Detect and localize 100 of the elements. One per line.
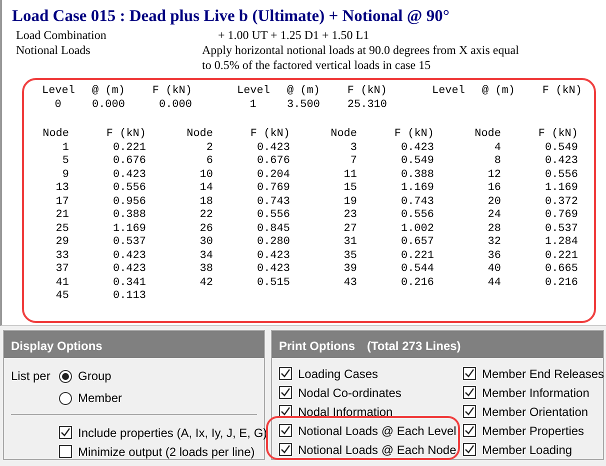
table-cell-text: 39 (342, 263, 357, 276)
checkbox[interactable] (59, 445, 72, 458)
column-header: @ (m) (286, 85, 320, 98)
table-cell-text: 1 (248, 98, 258, 112)
radio-button[interactable] (59, 370, 72, 382)
table-cell-text: 37 (54, 263, 69, 276)
table-cell-text: 0.216 (544, 276, 578, 290)
table-cell-text: 0.388 (400, 168, 434, 182)
table-cell-text: 1.169 (544, 182, 578, 196)
column-header: Node (42, 128, 69, 142)
table-cell-text: 29 (54, 236, 69, 250)
table-cell-text: 0.549 (544, 142, 578, 155)
line-total: (Total 273 Lines) (367, 338, 461, 352)
table-cell-text: 18 (198, 196, 213, 209)
table-cell-text: 42 (198, 276, 213, 290)
field-value: to 0.5% of the factored vertical loads in case 15 (202, 58, 432, 73)
table-cell-text: 41 (54, 276, 69, 290)
column-header: Level (431, 85, 465, 98)
table-cell-text: 0.221 (544, 250, 578, 263)
table-cell-text: 0.423 (256, 142, 290, 155)
table-cell-text: 36 (486, 250, 501, 263)
radio-label: Group (78, 368, 112, 385)
table-cell-text: 30 (198, 236, 213, 250)
table-cell-text: 27 (342, 222, 357, 236)
table-cell-text: 0.743 (256, 196, 290, 209)
table-cell-text: 1.169 (400, 182, 434, 196)
table-cell-text: 0.423 (112, 250, 146, 263)
checkbox-label: Notional Loads @ Each Node (298, 442, 456, 458)
table-cell-text: 0.556 (256, 209, 290, 222)
table-cell-text: 33 (54, 250, 69, 263)
field-value: + 1.00 UT + 1.25 D1 + 1.50 L1 (217, 28, 370, 43)
table-cell-text: 14 (198, 182, 213, 196)
table-cell-text: 8 (493, 155, 501, 168)
table-cell-text: 43 (342, 276, 357, 290)
table-cell-text: 1.169 (112, 222, 146, 236)
checkbox[interactable] (279, 424, 292, 437)
table-cell-text: 0.221 (400, 250, 434, 263)
table-cell-text: 0.537 (544, 222, 578, 236)
table-cell-text: 0.665 (544, 263, 578, 276)
field-value: Apply horizontal notional loads at 90.0 degrees from X axis equal (202, 43, 519, 58)
table-cell-text: 10 (198, 168, 213, 182)
checkbox-label: Member Information (482, 384, 590, 402)
table-cell-text: 19 (342, 196, 357, 209)
table-cell-text: 12 (486, 168, 501, 182)
table-cell-text: 20 (486, 196, 501, 209)
table-cell-text: 17 (54, 196, 69, 209)
table-cell-text: 1.284 (544, 236, 578, 250)
table-cell-text: 0.113 (112, 290, 146, 304)
table-cell-text: 0.204 (256, 168, 290, 182)
checkbox[interactable] (463, 367, 476, 380)
field-label: Load Combination (15, 28, 108, 43)
column-header: F (kN) (537, 128, 578, 142)
table-cell-text: 0.341 (112, 276, 146, 290)
table-cell-text: 23 (342, 209, 357, 222)
panel-header: Print Options (279, 338, 355, 352)
column-header: Node (474, 128, 501, 142)
report-title: Load Case 015 : Dead plus Live b (Ultimate) + Notional @ 90° (12, 6, 450, 26)
checkbox-label: Member Properties (482, 422, 584, 440)
checkbox-label: Member Loading (482, 442, 572, 458)
table-cell-text: 45 (54, 290, 69, 304)
column-header: F (kN) (346, 85, 387, 98)
checkbox[interactable] (463, 424, 476, 437)
table-cell-text: 0.676 (112, 155, 146, 168)
table-cell-text: 6 (205, 155, 213, 168)
field-label: Notional Loads (15, 43, 92, 59)
table-cell-text: 0.657 (400, 236, 434, 250)
checkbox[interactable] (279, 367, 292, 380)
table-cell-text: 0.423 (544, 155, 578, 168)
checkbox[interactable] (463, 443, 476, 456)
table-cell-text: 0.556 (112, 182, 146, 196)
column-header: F (kN) (541, 85, 582, 98)
table-cell-text: 1 (61, 142, 69, 155)
table-cell-text: 3 (349, 142, 357, 155)
table-cell-text: 0.956 (112, 196, 146, 209)
checkbox[interactable] (279, 386, 292, 399)
table-cell-text: 31 (342, 236, 357, 250)
table-cell-text: 35 (342, 250, 357, 263)
table-cell-text: 0.000 (158, 98, 192, 112)
checkbox[interactable] (59, 426, 72, 439)
checkbox[interactable] (463, 386, 476, 399)
column-header: @ (m) (90, 85, 125, 98)
table-cell-text: 0.556 (400, 209, 434, 222)
table-cell-text: 0.216 (400, 276, 434, 290)
table-cell-text: 0.423 (112, 168, 146, 182)
table-cell-text: 26 (198, 222, 213, 236)
table-cell-text: 0.769 (544, 209, 578, 222)
table-cell-text: 0.280 (256, 236, 290, 250)
table-cell-text: 0.423 (400, 142, 434, 155)
table-cell-text: 22 (198, 209, 213, 222)
table-cell-text: 15 (342, 182, 357, 196)
table-cell-text: 0.423 (256, 250, 290, 263)
table-cell-text: 21 (54, 209, 69, 222)
checkbox[interactable] (463, 405, 476, 418)
table-cell-text: 24 (486, 209, 501, 222)
table-cell-text: 7 (349, 155, 357, 168)
table-cell-text: 0.743 (400, 196, 434, 209)
column-header: F (kN) (105, 128, 146, 142)
radio-button[interactable] (59, 392, 72, 404)
checkbox[interactable] (279, 443, 292, 456)
table-cell-text: 34 (198, 250, 213, 263)
